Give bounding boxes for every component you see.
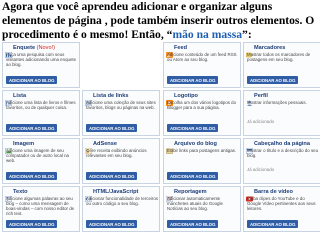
add-to-blog-button[interactable]: ADICIONAR AO BLOG	[167, 124, 219, 132]
gadget-html-javascript[interactable]: HTML/JavaScript Adicionar funcionalidade…	[82, 186, 160, 232]
gadget-link-list[interactable]: Lista de links Adicione uma coleção de s…	[82, 90, 160, 136]
gadget-title: Barra de vídeo	[254, 189, 293, 195]
profile-icon	[246, 93, 253, 106]
gadget-title: Imagem	[13, 141, 35, 147]
links-icon	[84, 93, 93, 107]
status-badge: Já adicionado	[247, 119, 275, 124]
feed-icon	[166, 45, 173, 58]
add-to-blog-button[interactable]: ADICIONAR AO BLOG	[247, 76, 299, 84]
gadget-description: Adicione uma lista de livros e filmes fa…	[6, 100, 76, 110]
news-icon	[165, 189, 174, 203]
gadget-description: Adicione algumas palavras ao seu blog – …	[6, 196, 75, 216]
gadget-title: Lista	[13, 93, 27, 99]
gadget-logo[interactable]: B Logotipo Escolha um dos vários logotip…	[163, 90, 241, 136]
gadget-description: Gere receita exibindo anúncios relevante…	[86, 148, 147, 158]
archive-icon	[166, 141, 173, 154]
add-to-blog-button[interactable]: ADICIONAR AO BLOG	[86, 220, 138, 228]
add-to-blog-button[interactable]: ADICIONAR AO BLOG	[6, 172, 58, 180]
labels-icon	[246, 45, 253, 58]
gadget-board: Enquete (Novo!) Faça uma pesquisa com se…	[0, 42, 320, 240]
gadget-labels[interactable]: Marcadores Mostrar todos os marcadores d…	[243, 42, 320, 88]
video-icon	[246, 189, 253, 202]
gadget-profile[interactable]: Perfil Mostrar informações pessoais. Já …	[243, 90, 320, 136]
gadget-page-header[interactable]: Cabeçalho da página Mostrar o título e a…	[243, 138, 320, 184]
gadget-title: Cabeçalho da página	[254, 141, 310, 147]
gadget-adsense[interactable]: $ AdSense Gere receita exibindo anúncios…	[82, 138, 160, 184]
gadget-description: Escolha um dos vários logotipos do Blogg…	[167, 100, 237, 110]
gadget-description: Exibir links para postagens antigas.	[167, 148, 237, 153]
gadget-description: Exiba clipes do YouTube e do Google Víde…	[247, 196, 316, 211]
gadget-description: Mostrar o título e a descrição do seu bl…	[247, 148, 319, 158]
gadget-title: Enquete (Novo!)	[13, 45, 55, 51]
gadget-title: HTML/JavaScript	[93, 189, 139, 195]
gadget-title: Texto	[13, 189, 28, 195]
gadget-feed[interactable]: Feed Adicione conteúdo de um feed RSS ou…	[163, 42, 241, 88]
gadget-image[interactable]: Imagem Adicione uma imagem de seu comput…	[2, 138, 80, 184]
gadget-video-bar[interactable]: Barra de vídeo Exiba clipes do YouTube e…	[243, 186, 320, 232]
gadget-blog-archive[interactable]: Arquivo do blog Exibir links para postag…	[163, 138, 241, 184]
gadget-description: Mostrar todos os marcadores de postagens…	[247, 52, 311, 62]
gadget-title: Arquivo do blog	[174, 141, 217, 147]
add-to-blog-button[interactable]: ADICIONAR AO BLOG	[167, 76, 219, 84]
add-to-blog-button[interactable]: ADICIONAR AO BLOG	[167, 220, 219, 228]
gadget-poll[interactable]: Enquete (Novo!) Faça uma pesquisa com se…	[2, 42, 80, 88]
gadget-description: Mostrar informações pessoais.	[247, 100, 307, 105]
text-icon: T	[4, 189, 13, 203]
add-to-blog-button[interactable]: ADICIONAR AO BLOG	[6, 124, 58, 132]
gadget-title: Reportagem	[174, 189, 207, 195]
gadget-list[interactable]: Lista Adicione uma lista de livros e fil…	[2, 90, 80, 136]
header-icon	[245, 141, 254, 155]
gadget-text[interactable]: T Texto Adicione algumas palavras ao seu…	[2, 186, 80, 232]
gadget-description: Adicione uma coleção de seus sites favor…	[86, 100, 156, 110]
logo-icon: B	[166, 93, 173, 107]
heading-end: ”:	[242, 28, 252, 41]
poll-icon	[4, 45, 13, 59]
heading-text: Agora que você aprendeu adicionar e orga…	[2, 0, 315, 41]
status-badge: Já adicionado	[247, 167, 275, 172]
code-icon	[84, 189, 93, 203]
gadget-description: Adicione conteúdo de um feed RSS ou Atom…	[167, 52, 237, 62]
list-icon	[4, 93, 13, 107]
adsense-icon: $	[84, 141, 93, 155]
add-to-blog-button[interactable]: ADICIONAR AO BLOG	[247, 220, 299, 228]
gadget-news[interactable]: Reportagem Adicionar automaticamente man…	[163, 186, 241, 232]
add-to-blog-button[interactable]: ADICIONAR AO BLOG	[6, 76, 58, 84]
gadget-title: Lista de links	[93, 93, 129, 99]
gadget-description: Adicionar automaticamente manchetes atua…	[167, 196, 223, 211]
image-icon	[4, 141, 13, 155]
gadget-description: Adicionar funcionalidade de terceiros ou…	[86, 196, 159, 206]
gadget-title: Marcadores	[254, 45, 286, 51]
add-to-blog-button[interactable]: ADICIONAR AO BLOG	[86, 124, 138, 132]
gadget-title: Perfil	[254, 93, 268, 99]
gadget-description: Adicione uma imagem de seu computador ou…	[6, 148, 69, 163]
instructions-heading: Agora que você aprendeu adicionar e orga…	[2, 0, 318, 42]
add-to-blog-button[interactable]: ADICIONAR AO BLOG	[86, 172, 138, 180]
gadget-title: Feed	[174, 45, 188, 51]
gadget-description: Faça uma pesquisa com seus visitantes ad…	[6, 52, 77, 67]
gadget-title: AdSense	[93, 141, 117, 147]
heading-emphasis: mão na massa	[172, 28, 243, 41]
add-to-blog-button[interactable]: ADICIONAR AO BLOG	[6, 220, 58, 228]
gadget-title: Logotipo	[174, 93, 198, 99]
add-to-blog-button[interactable]: ADICIONAR AO BLOG	[167, 172, 219, 180]
